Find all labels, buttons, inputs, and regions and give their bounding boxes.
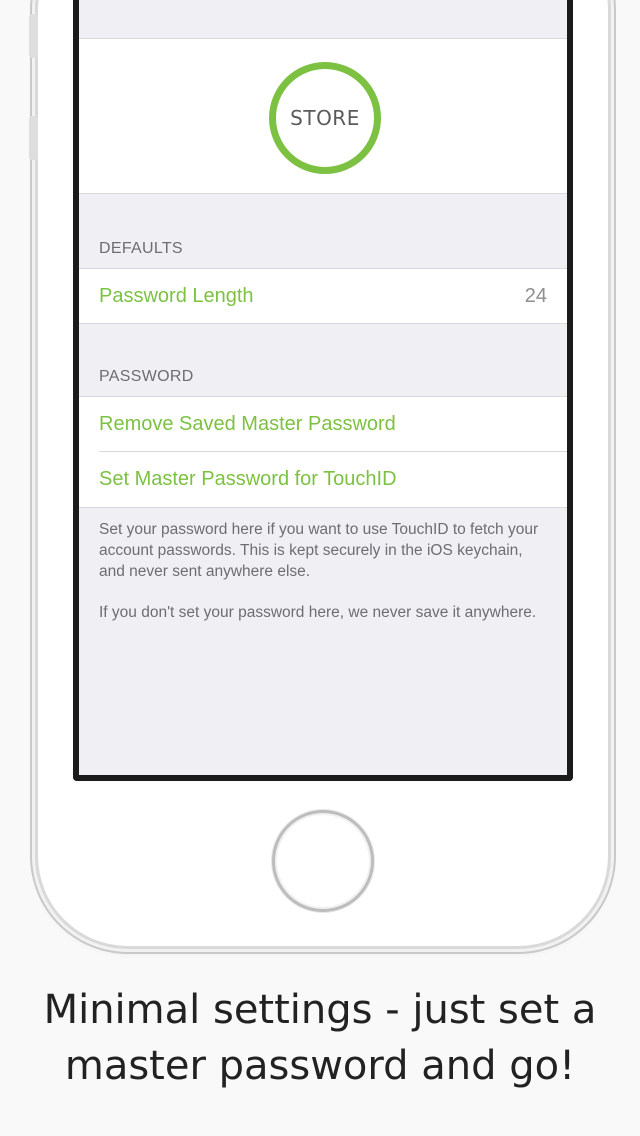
- set-master-password-touchid-label: Set Master Password for TouchID: [99, 468, 397, 490]
- app-store-screenshot: STORE DEFAULTS Password Length 24 PASSWO…: [0, 0, 640, 1136]
- home-button-icon[interactable]: [272, 810, 374, 912]
- footer-paragraph-1: Set your password here if you want to us…: [99, 521, 539, 580]
- logo-cell: STORE: [79, 39, 567, 194]
- password-header-label: PASSWORD: [99, 368, 194, 385]
- caption-line-1: Minimal settings - just set a: [43, 987, 597, 1033]
- password-length-label: Password Length: [99, 284, 254, 307]
- remove-saved-master-password-row[interactable]: Remove Saved Master Password: [79, 396, 567, 452]
- promo-caption: Minimal settings - just set a master pas…: [0, 982, 640, 1094]
- password-section-header: PASSWORD: [79, 324, 567, 396]
- set-master-password-touchid-row[interactable]: Set Master Password for TouchID: [79, 452, 567, 508]
- password-section-footer: Set your password here if you want to us…: [79, 508, 567, 623]
- defaults-header-label: DEFAULTS: [99, 240, 183, 257]
- phone-screen: STORE DEFAULTS Password Length 24 PASSWO…: [73, 0, 573, 781]
- password-length-value: 24: [524, 284, 547, 307]
- remove-saved-master-password-label: Remove Saved Master Password: [99, 413, 396, 435]
- defaults-section-header: DEFAULTS: [79, 194, 567, 268]
- volume-up-button: [29, 14, 38, 58]
- top-strip: [79, 0, 567, 39]
- logo-text: STORE: [290, 106, 360, 130]
- store-logo-icon: STORE: [269, 62, 381, 174]
- footer-paragraph-2: If you don't set your password here, we …: [99, 604, 537, 621]
- password-length-row[interactable]: Password Length 24: [79, 268, 567, 324]
- caption-line-2: master password and go!: [64, 1043, 576, 1089]
- volume-down-button: [29, 116, 38, 160]
